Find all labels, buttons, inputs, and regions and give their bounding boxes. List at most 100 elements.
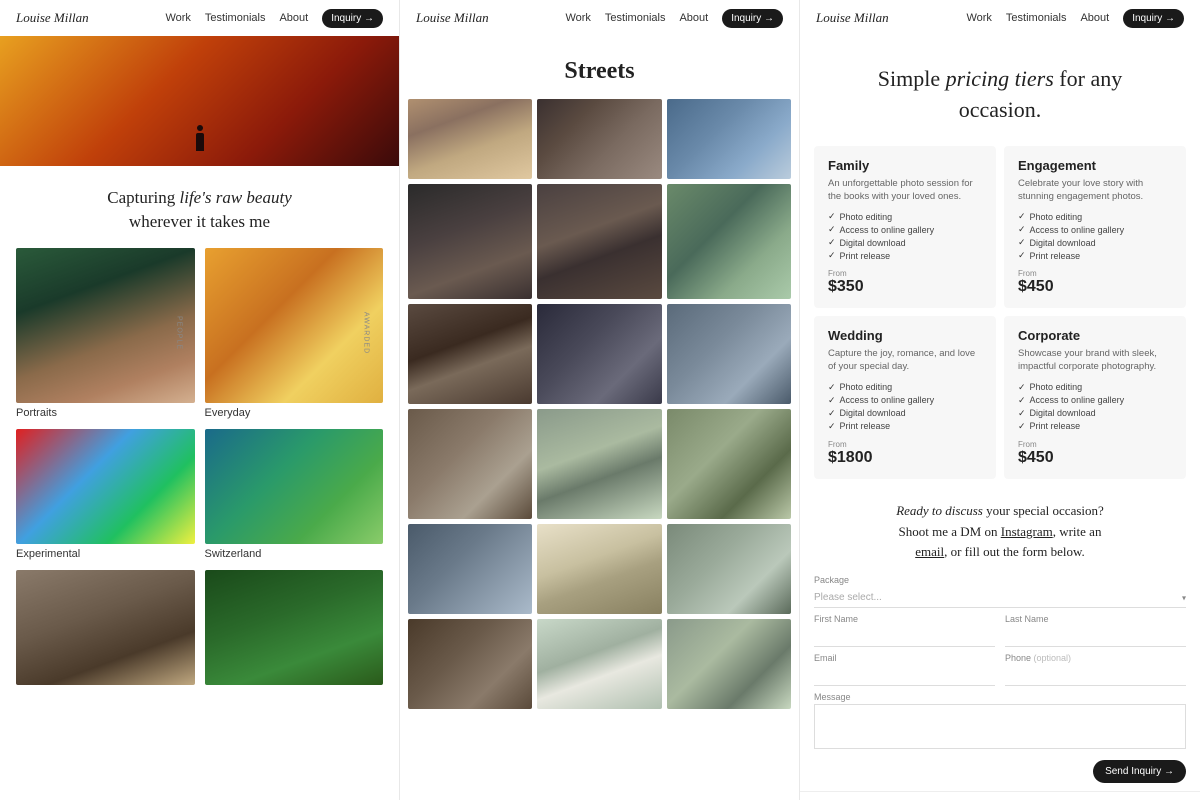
feature-family-4: ✓ Print release xyxy=(828,250,982,261)
street-img-18 xyxy=(667,619,791,709)
pricing-price-engagement: $450 xyxy=(1018,278,1172,296)
feature-wedding-1: ✓ Photo editing xyxy=(828,382,982,393)
nav-about-2[interactable]: About xyxy=(679,12,708,24)
tagline-italic: life's raw beauty xyxy=(180,188,292,207)
submit-label: Send Inquiry → xyxy=(1105,766,1174,777)
package-select-wrapper: Please select... Family Engagement Weddi… xyxy=(814,587,1186,608)
pricing-card-wedding: Wedding Capture the joy, romance, and lo… xyxy=(814,316,996,479)
nav-about-3[interactable]: About xyxy=(1080,12,1109,24)
street-img-8 xyxy=(537,304,661,404)
feature-family-2: ✓ Access to online gallery xyxy=(828,224,982,235)
panel3-footer: Instagram Agreement Privacy Imprint xyxy=(800,791,1200,800)
submit-button[interactable]: Send Inquiry → xyxy=(1093,760,1186,783)
check-icon: ✓ xyxy=(828,382,836,393)
feature-corporate-2: ✓ Access to online gallery xyxy=(1018,395,1172,406)
nav-work-1[interactable]: Work xyxy=(165,12,190,24)
pricing-grid: Family An unforgettable photo session fo… xyxy=(814,146,1186,479)
pricing-desc-corporate: Showcase your brand with sleek, impactfu… xyxy=(1018,347,1172,374)
nav-links-2: Work Testimonials About Inquiry → xyxy=(565,9,783,28)
street-img-2 xyxy=(537,99,661,179)
pricing-title-engagement: Engagement xyxy=(1018,158,1172,173)
feature-corporate-4: ✓ Print release xyxy=(1018,421,1172,432)
email-row: Email xyxy=(814,653,995,686)
pricing-desc-wedding: Capture the joy, romance, and love of yo… xyxy=(828,347,982,374)
pricing-price-wedding: $1800 xyxy=(828,449,982,467)
nav-testimonials-3[interactable]: Testimonials xyxy=(1006,12,1067,24)
pricing-title-corporate: Corporate xyxy=(1018,328,1172,343)
portrait-image xyxy=(16,248,195,403)
nav-about-1[interactable]: About xyxy=(279,12,308,24)
check-icon: ✓ xyxy=(1018,421,1026,432)
side-label-people: PEOPLE xyxy=(176,316,183,350)
experimental-image xyxy=(16,429,195,544)
lastname-row: Last Name xyxy=(1005,614,1186,647)
logo-3: Louise Millan xyxy=(816,10,889,26)
nav-work-2[interactable]: Work xyxy=(565,12,590,24)
contact-row: Email Phone (optional) xyxy=(814,653,1186,692)
check-icon: ✓ xyxy=(1018,250,1026,261)
check-icon: ✓ xyxy=(828,421,836,432)
nav-work-3[interactable]: Work xyxy=(966,12,991,24)
check-icon: ✓ xyxy=(1018,211,1026,222)
inquiry-form: Package Please select... Family Engageme… xyxy=(814,575,1186,783)
check-icon: ✓ xyxy=(828,237,836,248)
firstname-input[interactable] xyxy=(814,627,995,647)
street-img-13 xyxy=(408,524,532,614)
logo-2: Louise Millan xyxy=(416,10,489,26)
portfolio-item-experimental[interactable]: Experimental xyxy=(16,429,195,560)
feature-wedding-4: ✓ Print release xyxy=(828,421,982,432)
lastname-input[interactable] xyxy=(1005,627,1186,647)
feature-family-1: ✓ Photo editing xyxy=(828,211,982,222)
street-img-1 xyxy=(408,99,532,179)
feature-engagement-2: ✓ Access to online gallery xyxy=(1018,224,1172,235)
phone-label: Phone (optional) xyxy=(1005,653,1186,663)
portfolio-item-arch[interactable] xyxy=(16,570,195,685)
feature-corporate-3: ✓ Digital download xyxy=(1018,408,1172,419)
portfolio-item-portraits[interactable]: Portraits PEOPLE xyxy=(16,248,195,419)
side-label-awarded: AWARDED xyxy=(362,312,369,354)
check-icon: ✓ xyxy=(828,250,836,261)
switzerland-image xyxy=(205,429,384,544)
check-icon: ✓ xyxy=(828,395,836,406)
tagline-block: Capturing life's raw beautywherever it t… xyxy=(0,166,399,248)
logo-1: Louise Millan xyxy=(16,10,89,26)
package-row: Package Please select... Family Engageme… xyxy=(814,575,1186,608)
phone-input[interactable] xyxy=(1005,666,1186,686)
street-img-10 xyxy=(408,409,532,519)
nav-testimonials-1[interactable]: Testimonials xyxy=(205,12,266,24)
check-icon: ✓ xyxy=(828,211,836,222)
nav-inquiry-3[interactable]: Inquiry → xyxy=(1123,9,1184,28)
pricing-card-engagement: Engagement Celebrate your love story wit… xyxy=(1004,146,1186,309)
street-img-5 xyxy=(537,184,661,299)
pricing-desc-engagement: Celebrate your love story with stunning … xyxy=(1018,177,1172,204)
nav-links-1: Work Testimonials About Inquiry → xyxy=(165,9,383,28)
message-textarea[interactable] xyxy=(814,704,1186,749)
street-img-12 xyxy=(667,409,791,519)
package-select[interactable]: Please select... Family Engagement Weddi… xyxy=(814,588,1186,608)
name-row: First Name Last Name xyxy=(814,614,1186,653)
message-row: Message xyxy=(814,692,1186,754)
instagram-link[interactable]: Instagram xyxy=(1001,524,1053,539)
portfolio-item-switzerland[interactable]: Switzerland xyxy=(205,429,384,560)
feature-engagement-3: ✓ Digital download xyxy=(1018,237,1172,248)
nav-inquiry-2[interactable]: Inquiry → xyxy=(722,9,783,28)
email-link[interactable]: email xyxy=(915,544,944,559)
portfolio-item-forest[interactable] xyxy=(205,570,384,685)
experimental-label: Experimental xyxy=(16,548,195,560)
pricing-desc-family: An unforgettable photo session for the b… xyxy=(828,177,982,204)
portfolio-item-everyday[interactable]: Everyday AWARDED xyxy=(205,248,384,419)
portfolio-grid: Portraits PEOPLE Everyday AWARDED Experi… xyxy=(0,248,399,685)
firstname-row: First Name xyxy=(814,614,995,647)
portrait-label: Portraits xyxy=(16,407,195,419)
tagline-text: Capturing life's raw beautywherever it t… xyxy=(30,186,369,234)
check-icon: ✓ xyxy=(1018,237,1026,248)
nav-inquiry-1[interactable]: Inquiry → xyxy=(322,9,383,28)
pricing-from-wedding: From xyxy=(828,440,982,449)
street-img-9 xyxy=(667,304,791,404)
forest-image xyxy=(205,570,384,685)
nav-2: Louise Millan Work Testimonials About In… xyxy=(400,0,799,36)
check-icon: ✓ xyxy=(828,408,836,419)
streets-title: Streets xyxy=(400,36,799,99)
nav-testimonials-2[interactable]: Testimonials xyxy=(605,12,666,24)
email-input[interactable] xyxy=(814,666,995,686)
